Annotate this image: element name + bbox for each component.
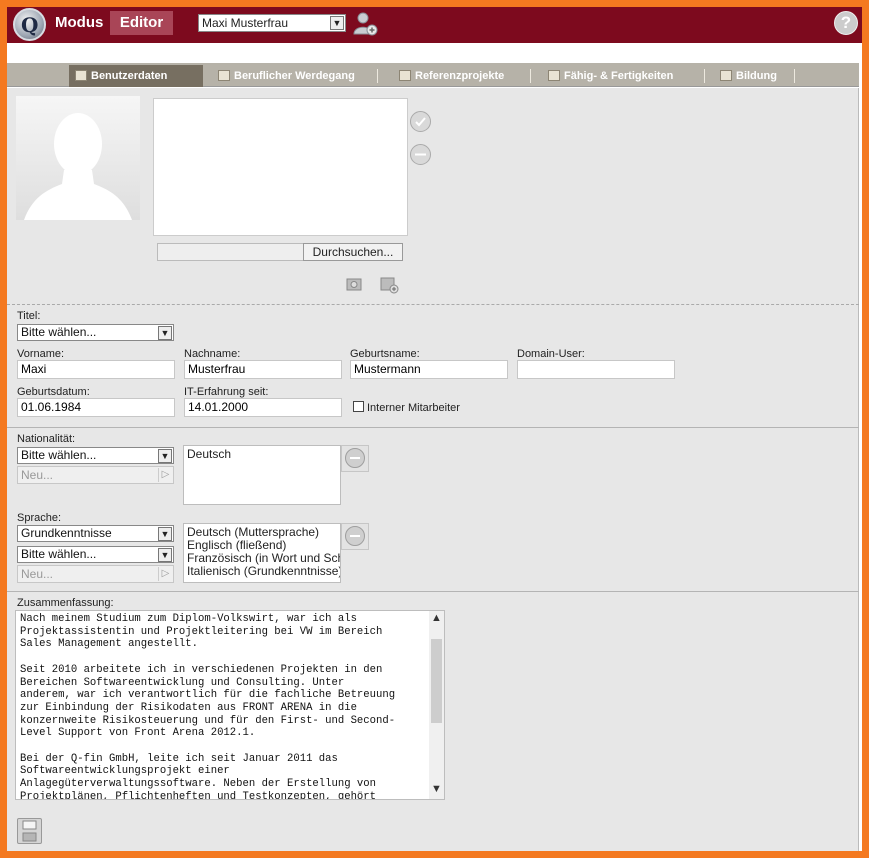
tab-label: Fähig- & Fertigkeiten xyxy=(564,70,674,82)
sprache-select[interactable]: Bitte wählen... ▼ xyxy=(17,546,174,563)
add-user-icon[interactable] xyxy=(352,10,378,36)
mode-badge[interactable]: Editor xyxy=(110,11,173,35)
tab-faehig-fertigkeiten[interactable]: Fähig- & Fertigkeiten xyxy=(542,65,702,87)
nationalitaet-select-value: Bitte wählen... xyxy=(21,448,97,462)
camera-icon[interactable] xyxy=(345,274,365,294)
app-window: Q Modus Editor Maxi Musterfrau ▼ ? Benut… xyxy=(7,7,862,851)
sprache-label: Sprache: xyxy=(17,512,62,524)
sprache-level-value: Grundkenntnisse xyxy=(21,526,112,540)
tab-bildung[interactable]: Bildung xyxy=(714,65,794,87)
summary-scrollbar[interactable]: ▲ ▼ xyxy=(429,611,444,799)
upload-path-field[interactable] xyxy=(157,243,304,261)
section-divider xyxy=(7,591,859,592)
nationalitaet-label: Nationalität: xyxy=(17,433,76,445)
interner-mitarbeiter-label: Interner Mitarbeiter xyxy=(367,402,460,414)
scroll-up-icon[interactable]: ▲ xyxy=(431,612,442,624)
scroll-down-icon[interactable]: ▼ xyxy=(431,783,442,795)
nationalitaet-select[interactable]: Bitte wählen... ▼ xyxy=(17,447,174,464)
geburtsdatum-input[interactable]: 01.06.1984 xyxy=(17,398,175,417)
titel-select[interactable]: Bitte wählen... ▼ xyxy=(17,324,174,341)
chevron-down-icon[interactable]: ▼ xyxy=(330,16,344,30)
tab-beruflicher-werdegang[interactable]: Beruflicher Werdegang xyxy=(212,65,372,87)
list-item[interactable]: Deutsch xyxy=(187,448,337,461)
it-erfahrung-input[interactable]: 14.01.2000 xyxy=(184,398,342,417)
chevron-down-icon[interactable]: ▼ xyxy=(158,527,172,541)
sprache-new-placeholder: Neu... xyxy=(21,567,54,581)
save-icon[interactable] xyxy=(17,818,42,844)
zusammenfassung-label: Zusammenfassung: xyxy=(17,597,114,609)
minus-icon xyxy=(345,448,365,468)
tab-separator xyxy=(704,69,705,83)
chevron-down-icon[interactable]: ▼ xyxy=(158,449,172,463)
section-divider xyxy=(7,304,859,305)
remove-sprache-button[interactable] xyxy=(341,523,369,550)
logo-icon: Q xyxy=(13,8,46,41)
tab-bar: Benutzerdaten Beruflicher Werdegang Refe… xyxy=(7,63,859,87)
titel-select-value: Bitte wählen... xyxy=(21,325,97,339)
top-bar: Q Modus Editor Maxi Musterfrau ▼ ? xyxy=(7,7,862,43)
interner-mitarbeiter-checkbox[interactable] xyxy=(353,401,364,412)
titel-label: Titel: xyxy=(17,310,41,322)
user-data-panel: Durchsuchen... Titel: Bitte wählen... ▼ … xyxy=(7,88,859,851)
card-icon xyxy=(75,70,87,81)
app-name: Modus xyxy=(55,14,104,31)
nationalitaet-list[interactable]: Deutsch xyxy=(183,445,341,505)
tab-separator xyxy=(794,69,795,83)
gear-icon xyxy=(548,70,560,81)
vorname-label: Vorname: xyxy=(17,348,65,360)
folder-icon xyxy=(399,70,411,81)
chevron-down-icon[interactable]: ▼ xyxy=(158,326,172,340)
career-icon xyxy=(218,70,230,81)
help-icon[interactable]: ? xyxy=(834,11,858,35)
scroll-thumb[interactable] xyxy=(431,639,442,723)
browse-button[interactable]: Durchsuchen... xyxy=(303,243,403,261)
section-divider xyxy=(7,427,859,428)
user-select[interactable]: Maxi Musterfrau ▼ xyxy=(198,14,346,32)
nationalitaet-new-input[interactable]: Neu... ▷ xyxy=(17,466,174,484)
chevron-down-icon[interactable]: ▼ xyxy=(158,548,172,562)
sprache-select-value: Bitte wählen... xyxy=(21,547,97,561)
tab-label: Benutzerdaten xyxy=(91,70,168,82)
avatar xyxy=(16,96,140,220)
nachname-input[interactable]: Musterfrau xyxy=(184,360,342,379)
check-icon[interactable] xyxy=(410,111,431,132)
geburtsname-label: Geburtsname: xyxy=(350,348,420,360)
minus-icon xyxy=(345,526,365,546)
domain-user-input[interactable] xyxy=(517,360,675,379)
add-image-icon[interactable] xyxy=(379,274,399,294)
user-select-value: Maxi Musterfrau xyxy=(202,16,289,30)
photo-dropzone[interactable] xyxy=(153,98,408,236)
zusammenfassung-textarea[interactable]: Nach meinem Studium zum Diplom-Volkswirt… xyxy=(15,610,445,800)
tab-label: Beruflicher Werdegang xyxy=(234,70,355,82)
add-arrow-icon[interactable]: ▷ xyxy=(158,468,172,482)
it-erfahrung-label: IT-Erfahrung seit: xyxy=(184,386,269,398)
tab-referenzprojekte[interactable]: Referenzprojekte xyxy=(393,65,523,87)
tab-separator xyxy=(377,69,378,83)
remove-photo-icon[interactable] xyxy=(410,144,431,165)
geburtsname-input[interactable]: Mustermann xyxy=(350,360,508,379)
tab-separator xyxy=(530,69,531,83)
nationalitaet-new-placeholder: Neu... xyxy=(21,468,54,482)
sprache-new-input[interactable]: Neu... ▷ xyxy=(17,565,174,583)
person-silhouette-icon xyxy=(24,113,132,220)
tab-label: Bildung xyxy=(736,70,777,82)
geburtsdatum-label: Geburtsdatum: xyxy=(17,386,90,398)
tab-benutzerdaten[interactable]: Benutzerdaten xyxy=(69,65,203,87)
nachname-label: Nachname: xyxy=(184,348,241,360)
book-icon xyxy=(720,70,732,81)
domain-user-label: Domain-User: xyxy=(517,348,585,360)
add-arrow-icon[interactable]: ▷ xyxy=(158,567,172,581)
remove-nationalitaet-button[interactable] xyxy=(341,445,369,472)
tab-label: Referenzprojekte xyxy=(415,70,505,82)
list-item[interactable]: Italienisch (Grundkenntnisse) xyxy=(187,565,340,578)
sprache-level-select[interactable]: Grundkenntnisse ▼ xyxy=(17,525,174,542)
sprache-list[interactable]: Deutsch (Muttersprache) Englisch (fließe… xyxy=(183,523,341,583)
vorname-input[interactable]: Maxi xyxy=(17,360,175,379)
